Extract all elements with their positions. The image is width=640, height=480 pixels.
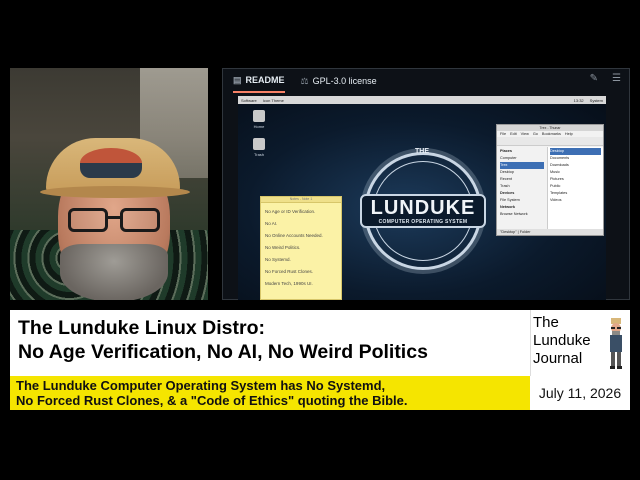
tab-license-label: GPL-3.0 license [312,76,377,86]
sidebar-header-places: Places [500,149,513,153]
desktop-screenshot: Software Icon Theme 13:32 System Home Tr… [238,96,606,300]
book-icon: ▤ [233,74,242,85]
sidebar-item-desktop[interactable]: Desktop [500,169,544,176]
file-manager-file-list: Desktop Documents Downloads Music Pictur… [547,147,603,231]
file-manager-toolbar [497,137,603,146]
pencil-icon[interactable]: ✎ [590,73,598,84]
folder-icon [253,110,265,122]
sidebar-item-recent[interactable]: Recent [500,176,544,183]
sidebar-header-network: Network [500,205,515,209]
headline: The Lunduke Linux Distro: No Age Verific… [18,316,528,364]
subheadline-banner: The Lunduke Computer Operating System ha… [10,376,530,410]
sticky-note-list: No Age or ID Verification. No AI. No Onl… [261,203,341,293]
subheadline-line-1: The Lunduke Computer Operating System ha… [16,378,386,393]
top-panel-menu[interactable]: Software [241,98,257,103]
top-panel-system[interactable]: System [590,98,603,103]
webcam-feed [10,68,208,300]
subheadline-line-2: No Forced Rust Clones, & a "Code of Ethi… [16,393,408,408]
sidebar-header-devices: Devices [500,191,515,195]
fm-menu-view[interactable]: View [521,131,529,137]
sticky-note-item: No Online Accounts Needed. [265,233,323,238]
headline-banner: The Lunduke Linux Distro: No Age Verific… [10,310,530,376]
logo-word: LUNDUKE [370,197,476,219]
list-item[interactable]: Templates [550,190,601,197]
fm-menu-edit[interactable]: Edit [510,131,517,137]
sidebar-item-browse-network[interactable]: Browse Network [500,211,544,218]
outline-list-icon[interactable]: ☰ [612,73,621,84]
sidebar-item-computer[interactable]: Computer [500,155,544,162]
logo-subtitle: COMPUTER OPERATING SYSTEM [378,219,468,225]
top-panel-clock: 13:32 [573,97,584,103]
repo-actions: ✎ ☰ [590,73,621,84]
video-frame: ▤ README ⚖ GPL-3.0 license ✎ ☰ Software … [0,0,640,480]
brand-box: The Lunduke Journal [530,310,630,376]
sticky-note-item: No Systemd. [265,257,291,262]
desktop-icon-home-label: Home [253,124,265,129]
fm-menu-go[interactable]: Go [533,131,538,137]
file-manager-window[interactable]: Trex - Thunar File Edit View Go Bookmark… [496,124,604,236]
sidebar-item-file-system[interactable]: File System [500,197,544,204]
glasses [68,208,164,234]
sticky-note-item: No AI. [265,221,278,226]
list-item[interactable]: Documents [550,155,601,162]
presenter-beard [60,244,168,300]
sidebar-item-home[interactable]: Trex [500,162,544,169]
list-item[interactable]: Desktop [550,148,601,155]
list-item[interactable]: Downloads [550,162,601,169]
sidebar-item-trash[interactable]: Trash [500,183,544,190]
date-box: July 11, 2026 [530,376,630,410]
mascot-icon [610,318,622,369]
fm-menu-help[interactable]: Help [565,131,573,137]
left-lens [68,208,108,232]
cap-brim [40,186,190,198]
top-panel-window[interactable]: Icon Theme [263,98,284,103]
list-item[interactable]: Public [550,183,601,190]
file-manager-status-bar: "Desktop" | Folder [497,229,603,235]
desktop-top-panel: Software Icon Theme 13:32 System [238,96,606,104]
list-item[interactable]: Music [550,169,601,176]
list-item[interactable]: Videos [550,197,601,204]
fm-menu-file[interactable]: File [500,131,506,137]
fm-menu-bookmarks[interactable]: Bookmarks [542,131,561,137]
repo-tab-bar: ▤ README ⚖ GPL-3.0 license [223,69,629,93]
publish-date: July 11, 2026 [538,385,622,401]
desktop-icon-home[interactable]: Home [246,110,272,129]
right-lens [120,208,160,232]
sticky-note-window[interactable]: Notes - Note 1 No Age or ID Verification… [260,196,342,300]
tab-readme-label: README [245,75,285,85]
subheadline: The Lunduke Computer Operating System ha… [16,378,528,408]
sticky-note-item: No Age or ID Verification. [265,209,316,214]
tab-readme[interactable]: ▤ README [233,69,285,93]
headline-line-2: No Age Verification, No AI, No Weird Pol… [18,341,428,363]
logo-wordmark: LUNDUKE COMPUTER OPERATING SYSTEM [360,194,486,228]
sticky-note-item: No Forced Rust Clones. [265,269,314,274]
cap-patch [80,148,142,178]
scale-icon: ⚖ [300,75,309,86]
tab-license[interactable]: ⚖ GPL-3.0 license [301,69,377,93]
list-item[interactable]: Pictures [550,176,601,183]
sticky-note-item: Modern Tech, 1990s UI. [265,281,313,286]
sticky-note-item: No Weird Politics. [265,245,301,250]
headline-line-1: The Lunduke Linux Distro: [18,317,265,339]
file-manager-sidebar: Places Computer Trex Desktop Recent Tras… [497,147,547,231]
